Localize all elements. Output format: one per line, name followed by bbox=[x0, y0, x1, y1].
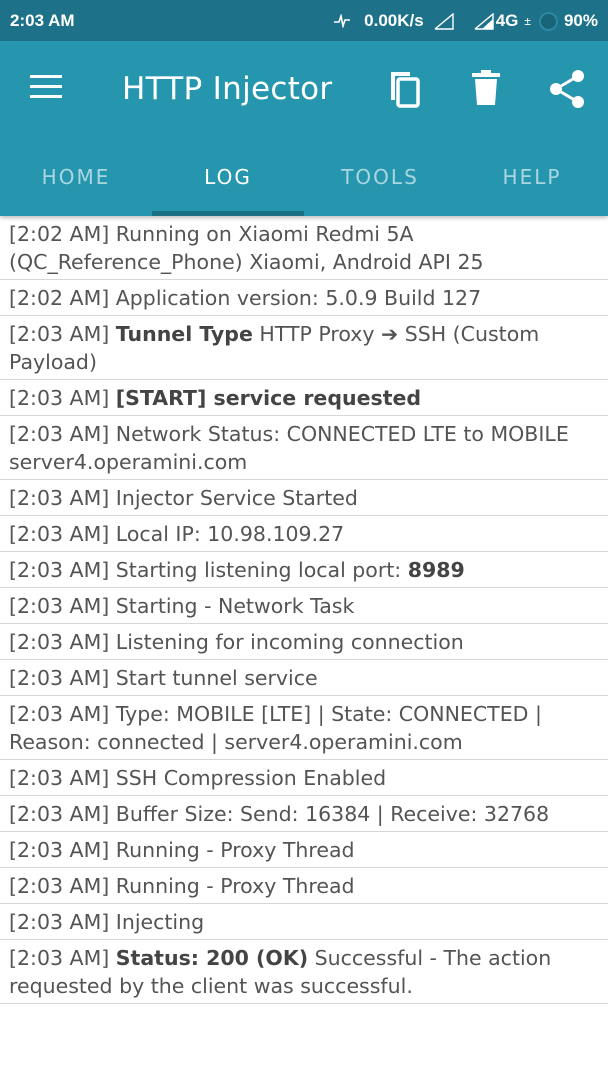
log-entry: [2:03 AM] Running - Proxy Thread bbox=[0, 832, 608, 868]
log-text: [2:03 AM] SSH Compression Enabled bbox=[9, 766, 387, 790]
battery-level: 90% bbox=[563, 11, 598, 30]
log-text: [2:03 AM] Starting listening local port: bbox=[9, 558, 408, 582]
log-entry: [2:03 AM] Type: MOBILE [LTE] | State: CO… bbox=[0, 696, 608, 760]
log-text: [2:03 AM] bbox=[9, 322, 116, 346]
app-bar: HTTP Injector HOME LOG TOOLS HELP bbox=[0, 41, 608, 216]
tab-bar: HOME LOG TOOLS HELP bbox=[0, 145, 608, 216]
log-entry: [2:03 AM] Injector Service Started bbox=[0, 480, 608, 516]
log-text: [2:03 AM] Buffer Size: Send: 16384 | Rec… bbox=[9, 802, 550, 826]
log-highlight: [START] service requested bbox=[115, 386, 422, 410]
tab-home[interactable]: HOME bbox=[0, 145, 152, 216]
log-text: [2:03 AM] Listening for incoming connect… bbox=[9, 630, 464, 654]
log-text: [2:02 AM] Application version: 5.0.9 Bui… bbox=[9, 286, 482, 310]
log-entry: [2:03 AM] Buffer Size: Send: 16384 | Rec… bbox=[0, 796, 608, 832]
log-entry: [2:03 AM] Network Status: CONNECTED LTE … bbox=[0, 416, 608, 480]
log-highlight: Tunnel Type bbox=[115, 322, 253, 346]
network-type: 4G bbox=[495, 11, 519, 30]
log-text: [2:03 AM] Starting - Network Task bbox=[9, 594, 355, 618]
log-text: [2:03 AM] Injector Service Started bbox=[9, 486, 358, 510]
log-text: [2:03 AM] Injecting bbox=[9, 910, 205, 934]
activity-icon bbox=[334, 14, 351, 28]
tab-tools[interactable]: TOOLS bbox=[304, 145, 456, 216]
delete-icon[interactable] bbox=[470, 69, 502, 107]
log-entry: [2:03 AM] Starting listening local port:… bbox=[0, 552, 608, 588]
status-bar: 2:03 AM 0.00K/s 4G ± 90% bbox=[0, 0, 608, 41]
log-entry: [2:03 AM] Status: 200 (OK) Successful - … bbox=[0, 940, 608, 1004]
log-text: [2:03 AM] bbox=[9, 946, 116, 970]
log-text: [2:02 AM] Running on Xiaomi Redmi 5A (QC… bbox=[9, 222, 484, 274]
log-text: [2:03 AM] bbox=[9, 386, 116, 410]
log-entry: [2:03 AM] Starting - Network Task bbox=[0, 588, 608, 624]
copy-icon[interactable] bbox=[386, 69, 422, 109]
log-entry: [2:03 AM] Injecting bbox=[0, 904, 608, 940]
log-text: [2:03 AM] Network Status: CONNECTED LTE … bbox=[9, 422, 569, 474]
tab-log[interactable]: LOG bbox=[152, 145, 304, 216]
log-text: [2:03 AM] Start tunnel service bbox=[9, 666, 318, 690]
data-transfer-indicator: ± bbox=[524, 14, 531, 28]
log-list[interactable]: [2:02 AM] Running on Xiaomi Redmi 5A (QC… bbox=[0, 216, 608, 1004]
log-highlight: Status: 200 (OK) bbox=[115, 946, 309, 970]
log-entry: [2:03 AM] SSH Compression Enabled bbox=[0, 760, 608, 796]
menu-icon[interactable] bbox=[30, 75, 64, 105]
status-indicators: 0.00K/s 4G ± 90% bbox=[334, 11, 598, 31]
signal-strength-icon bbox=[474, 12, 494, 30]
log-entry: [2:02 AM] Running on Xiaomi Redmi 5A (QC… bbox=[0, 216, 608, 280]
log-entry: [2:03 AM] Running - Proxy Thread bbox=[0, 868, 608, 904]
log-entry: [2:03 AM] Local IP: 10.98.109.27 bbox=[0, 516, 608, 552]
log-text: [2:03 AM] Type: MOBILE [LTE] | State: CO… bbox=[9, 702, 542, 754]
log-entry: [2:03 AM] Tunnel Type HTTP Proxy ➔ SSH (… bbox=[0, 316, 608, 380]
log-entry: [2:02 AM] Application version: 5.0.9 Bui… bbox=[0, 280, 608, 316]
signal-icon bbox=[434, 12, 454, 30]
log-text: [2:03 AM] Running - Proxy Thread bbox=[9, 874, 355, 898]
log-entry: [2:03 AM] [START] service requested bbox=[0, 380, 608, 416]
battery-icon bbox=[538, 11, 558, 31]
log-text: [2:03 AM] Local IP: 10.98.109.27 bbox=[9, 522, 345, 546]
tab-help[interactable]: HELP bbox=[456, 145, 608, 216]
log-highlight: 8989 bbox=[407, 558, 465, 582]
share-icon[interactable] bbox=[548, 69, 586, 109]
network-speed: 0.00K/s bbox=[364, 11, 424, 30]
log-entry: [2:03 AM] Start tunnel service bbox=[0, 660, 608, 696]
app-title: HTTP Injector bbox=[122, 71, 333, 107]
log-text: [2:03 AM] Running - Proxy Thread bbox=[9, 838, 355, 862]
status-time: 2:03 AM bbox=[10, 11, 75, 30]
log-entry: [2:03 AM] Listening for incoming connect… bbox=[0, 624, 608, 660]
